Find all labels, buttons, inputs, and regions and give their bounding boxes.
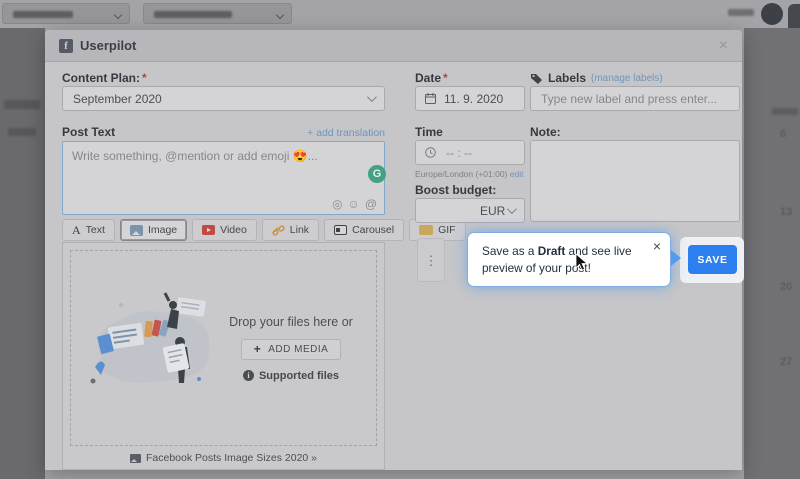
tab-link[interactable]: Link <box>262 219 319 241</box>
calendar-day: 27 <box>780 356 800 368</box>
calendar-icon <box>425 93 436 104</box>
plus-icon: + <box>254 342 262 356</box>
content-plan-label: Content Plan:* <box>62 71 147 85</box>
tab-video[interactable]: Video <box>192 219 257 241</box>
bg-profile-text-blob <box>13 11 73 18</box>
avatar[interactable] <box>761 3 783 25</box>
required-asterisk: * <box>142 71 147 85</box>
bg-left-panel <box>0 28 45 479</box>
text-format-icon: A <box>72 223 81 238</box>
mention-icon[interactable]: @ <box>365 198 377 210</box>
tab-text[interactable]: A Text <box>62 219 115 241</box>
date-input[interactable]: 11. 9. 2020 <box>415 86 525 111</box>
image-sizes-link[interactable]: Facebook Posts Image Sizes 2020 » <box>63 452 384 464</box>
bg-plan-text-blob <box>154 11 232 18</box>
target-icon[interactable]: ◎ <box>332 198 342 210</box>
modal-title: Userpilot <box>80 38 136 53</box>
calendar-day: 13 <box>780 206 800 218</box>
save-button[interactable]: SAVE <box>688 245 737 274</box>
date-value: 11. 9. 2020 <box>444 92 503 106</box>
time-value: -- : -- <box>446 146 472 160</box>
time-input[interactable]: -- : -- <box>415 140 525 165</box>
manage-labels-link[interactable]: (manage labels) <box>591 73 663 84</box>
chevron-down-icon <box>507 204 517 214</box>
timezone-edit-link[interactable]: edit <box>510 169 524 179</box>
photo-icon <box>130 454 141 463</box>
bg-calendar-column: 6 13 20 27 <box>744 28 800 479</box>
tooltip-arrow <box>671 250 681 266</box>
chevron-down-icon <box>276 11 284 19</box>
add-media-button[interactable]: + ADD MEDIA <box>241 339 342 360</box>
upload-illustration <box>81 287 231 399</box>
content-plan-select[interactable]: September 2020 <box>62 86 385 111</box>
add-translation-link[interactable]: + add translation <box>307 127 385 139</box>
image-icon <box>130 225 143 236</box>
calendar-day: 20 <box>780 281 800 293</box>
timezone-text: Europe/London (+01:00) edit <box>415 169 523 179</box>
drop-files-text: Drop your files here or <box>229 315 353 329</box>
currency-value: EUR <box>480 204 505 218</box>
clock-icon <box>425 147 436 158</box>
required-asterisk: * <box>443 71 448 85</box>
boost-budget-input[interactable] <box>415 198 471 223</box>
video-icon <box>202 225 215 235</box>
content-plan-value: September 2020 <box>73 92 162 106</box>
file-dropzone[interactable]: Drop your files here or + ADD MEDIA i Su… <box>70 250 377 446</box>
grammarly-icon: G <box>368 165 386 183</box>
note-input[interactable] <box>530 140 740 222</box>
tooltip-text: Save as a Draft and see live preview of … <box>482 244 632 275</box>
chevron-down-icon <box>367 92 377 102</box>
time-label: Time <box>415 125 443 139</box>
labels-input[interactable] <box>530 86 740 111</box>
post-editor-modal: f Userpilot × Content Plan:* September 2… <box>45 30 742 470</box>
tag-icon <box>530 72 543 84</box>
tab-image[interactable]: Image <box>120 219 187 241</box>
currency-select[interactable]: EUR <box>470 198 525 223</box>
media-section: Drop your files here or + ADD MEDIA i Su… <box>62 242 385 470</box>
date-label: Date* <box>415 71 448 85</box>
tab-carousel[interactable]: Carousel <box>324 219 404 241</box>
post-text-label: Post Text <box>62 125 115 139</box>
bg-calendar-header-blob <box>772 108 798 115</box>
close-icon[interactable]: × <box>719 38 728 54</box>
emoji-picker-icon[interactable]: ☺ <box>348 198 360 210</box>
boost-budget-label: Boost budget: <box>415 183 496 197</box>
userpilot-tooltip: × Save as a Draft and see live preview o… <box>468 233 670 286</box>
modal-header: f Userpilot × <box>45 30 742 62</box>
mouse-cursor <box>575 253 588 271</box>
post-type-tabs: A Text Image Video Link Carousel GIF <box>62 219 466 241</box>
calendar-day: 6 <box>780 128 800 140</box>
bg-profile-select[interactable] <box>2 3 130 24</box>
more-options-button[interactable]: ⋮ <box>417 238 445 282</box>
supported-files-link[interactable]: i Supported files <box>243 370 339 382</box>
bg-toolbar-text-blob <box>728 9 754 16</box>
chevron-down-icon <box>114 11 122 19</box>
gif-icon <box>419 225 433 235</box>
note-label: Note: <box>530 125 561 139</box>
link-icon <box>272 225 285 236</box>
carousel-icon <box>334 225 347 235</box>
close-icon[interactable]: × <box>653 236 661 256</box>
labels-label: Labels <box>548 71 586 85</box>
facebook-icon: f <box>59 39 73 53</box>
bg-plan-select[interactable] <box>143 3 292 24</box>
info-icon: i <box>243 370 254 381</box>
